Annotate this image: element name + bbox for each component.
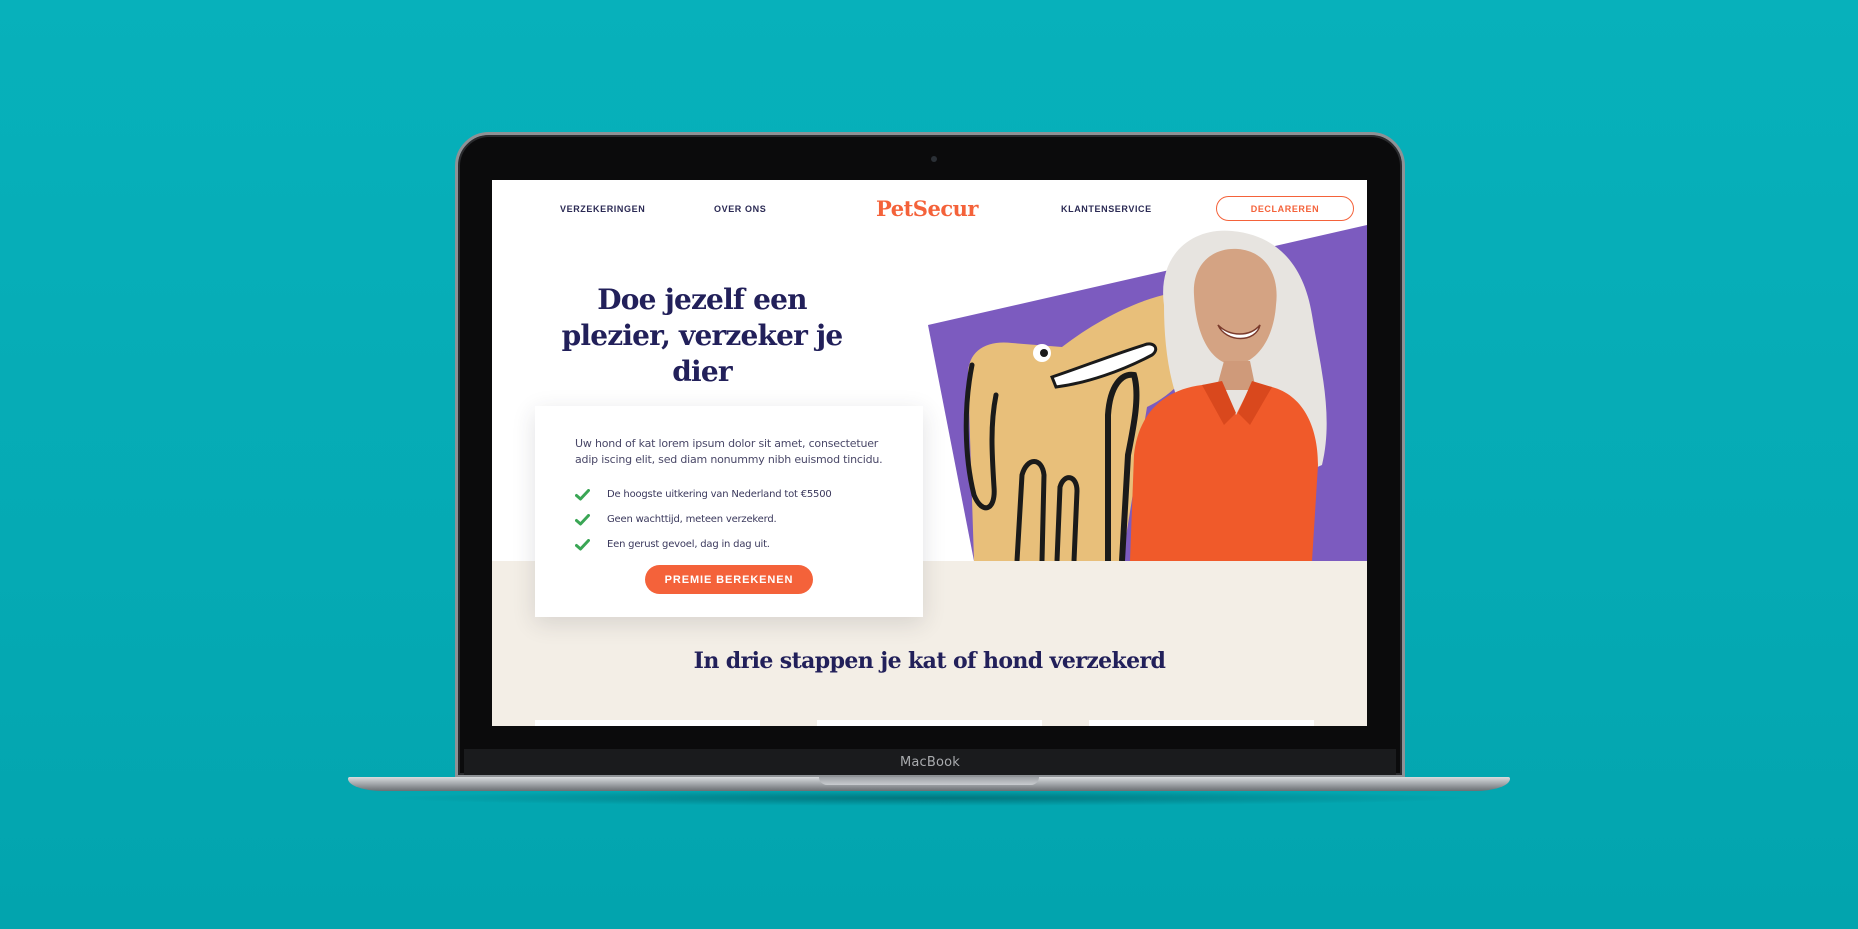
benefit-item: Geen wachttijd, meteen verzekerd. xyxy=(575,507,883,532)
nav-item-klantenservice[interactable]: KLANTENSERVICE xyxy=(1061,204,1152,214)
hero-title: Doe jezelf een plezier, verzeker je dier xyxy=(561,283,844,388)
device-brand-label: MacBook xyxy=(899,754,961,770)
check-icon xyxy=(575,513,590,526)
premie-berekenen-button[interactable]: PREMIE BEREKENEN xyxy=(645,565,813,594)
dog-pupil xyxy=(1040,349,1048,357)
laptop-shadow xyxy=(380,790,1480,806)
nav-item-verzekeringen[interactable]: VERZEKERINGEN xyxy=(560,204,645,214)
laptop-notch xyxy=(819,777,1039,785)
info-card: Uw hond of kat lorem ipsum dolor sit ame… xyxy=(535,406,923,617)
nav-item-over-ons[interactable]: OVER ONS xyxy=(714,204,766,214)
laptop-chin: MacBook xyxy=(464,749,1396,775)
benefit-item: Een gerust gevoel, dag in dag uit. xyxy=(575,532,883,557)
steps-title: In drie stappen je kat of hond verzekerd xyxy=(693,648,1166,674)
benefit-label: De hoogste uitkering van Nederland tot €… xyxy=(607,489,832,500)
check-icon xyxy=(575,538,590,551)
hero-illustration xyxy=(928,225,1367,561)
check-icon xyxy=(575,488,590,501)
petsecur-logo[interactable]: PetSecur xyxy=(876,196,978,221)
benefit-item: De hoogste uitkering van Nederland tot €… xyxy=(575,482,883,507)
step-card xyxy=(535,720,760,726)
step-card xyxy=(817,720,1042,726)
card-intro-text: Uw hond of kat lorem ipsum dolor sit ame… xyxy=(575,437,883,466)
benefit-list: De hoogste uitkering van Nederland tot €… xyxy=(575,482,883,557)
benefit-label: Geen wachttijd, meteen verzekerd. xyxy=(607,514,777,525)
step-card xyxy=(1089,720,1314,726)
benefit-label: Een gerust gevoel, dag in dag uit. xyxy=(607,539,770,550)
website-screen: VERZEKERINGEN OVER ONS PetSecur KLANTENS… xyxy=(492,180,1367,726)
webcam-icon xyxy=(931,156,937,162)
declareren-button[interactable]: DECLAREREN xyxy=(1216,196,1354,221)
